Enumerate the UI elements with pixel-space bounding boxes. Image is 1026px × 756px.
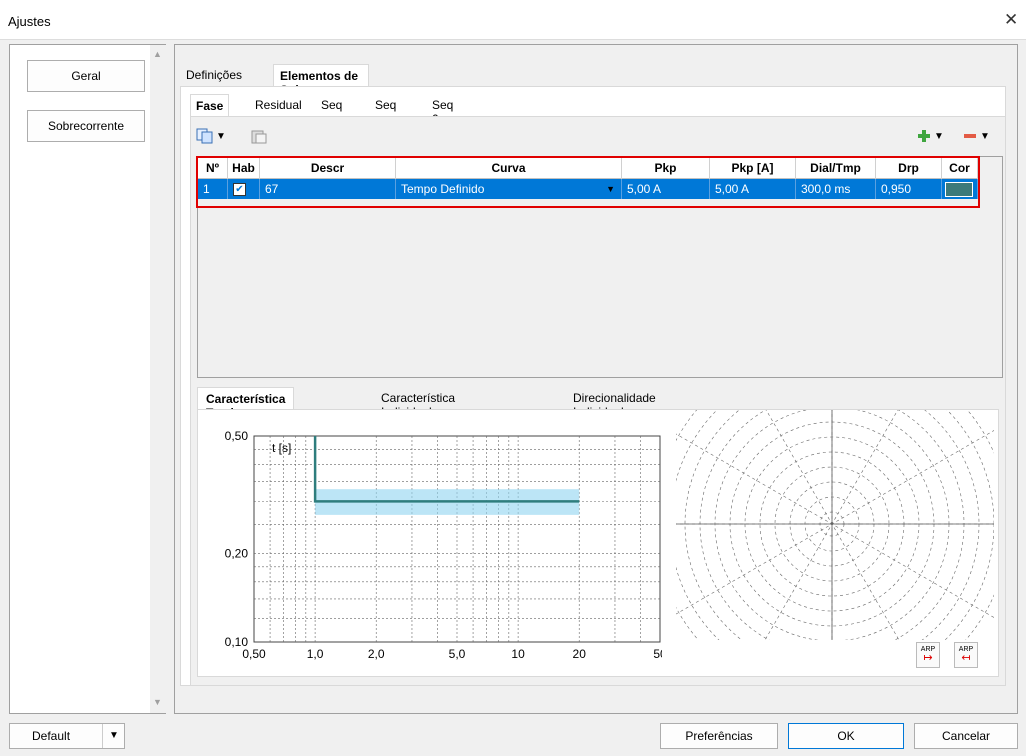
scroll-up-icon[interactable]: ▲ [153, 49, 162, 59]
arp-right-button[interactable]: ARP ↤ [954, 642, 978, 668]
chevron-down-icon: ▼ [980, 130, 990, 142]
x-tick-label: 20 [573, 647, 587, 661]
col-curva[interactable]: Curva [396, 157, 622, 179]
tab-caracteristica-total[interactable]: Característica Total [197, 387, 295, 420]
tab-caracteristica-individual[interactable]: Característica Individual [373, 387, 463, 419]
x-tick-label: 50 [653, 647, 662, 661]
window-title: Ajustes [8, 14, 51, 29]
scroll-down-icon[interactable]: ▼ [153, 697, 162, 707]
cell-n: 1 [198, 179, 228, 199]
arrow-right-icon: ↦ [923, 652, 933, 664]
tab-definicoes[interactable]: Definições [180, 64, 248, 86]
default-dropdown[interactable]: Default ▼ [9, 723, 125, 749]
polar-chart[interactable] [676, 410, 994, 640]
col-pkp-a[interactable]: Pkp [A] [710, 157, 796, 179]
y-tick-label: 0,20 [225, 546, 249, 560]
table-row[interactable]: 1 ✔ 67 Tempo Definido ▼ 5,00 A 5,00 A 30… [198, 179, 978, 199]
plus-icon [918, 130, 930, 142]
title-bar [0, 0, 1026, 40]
minus-icon [964, 134, 976, 138]
x-tick-label: 1,0 [307, 647, 324, 661]
sidebar-item-geral[interactable]: Geral [27, 60, 145, 92]
cell-descr[interactable]: 67 [260, 179, 396, 199]
col-cor[interactable]: Cor [942, 157, 978, 179]
tab-seq-plus[interactable]: Seq + [316, 94, 347, 126]
col-drp[interactable]: Drp [876, 157, 942, 179]
cell-pkp-a[interactable]: 5,00 A [710, 179, 796, 199]
arrow-left-icon: ↤ [961, 652, 971, 664]
chevron-down-icon: ▼ [934, 130, 944, 142]
cell-dial-tmp[interactable]: 300,0 ms [796, 179, 876, 199]
sidebar-scrollbar[interactable]: ▲ ▼ [150, 45, 166, 713]
tab-elementos-sobrecorrente[interactable]: Elementos de Sobrecorrente [273, 64, 370, 97]
tab-direcionalidade-individual[interactable]: Direcionalidade Individual [565, 387, 664, 419]
elements-grid[interactable]: Nº Hab Descr Curva Pkp Pkp [A] Dial/Tmp … [197, 156, 1003, 378]
preferences-button[interactable]: Preferências [660, 723, 778, 749]
x-tick-label: 10 [511, 647, 525, 661]
col-hab[interactable]: Hab [228, 157, 260, 179]
arp-left-button[interactable]: ARP ↦ [916, 642, 940, 668]
copy-button[interactable]: ▼ [196, 126, 226, 146]
col-descr[interactable]: Descr [260, 157, 396, 179]
x-tick-label: 5,0 [449, 647, 466, 661]
tab-seq-minus[interactable]: Seq - [370, 94, 401, 126]
x-tick-label: 2,0 [368, 647, 385, 661]
y-tick-label: 0,10 [225, 635, 249, 649]
cell-curva[interactable]: Tempo Definido ▼ [396, 179, 622, 199]
paste-button[interactable] [250, 126, 268, 146]
dropdown-arrow-icon[interactable]: ▼ [606, 184, 615, 194]
col-pkp[interactable]: Pkp [622, 157, 710, 179]
cancel-button[interactable]: Cancelar [914, 723, 1018, 749]
tab-residual[interactable]: Residual [250, 94, 307, 116]
color-swatch[interactable] [945, 181, 973, 197]
cell-drp[interactable]: 0,950 [876, 179, 942, 199]
col-n[interactable]: Nº [198, 157, 228, 179]
paste-icon [251, 130, 267, 144]
cell-pkp[interactable]: 5,00 A [622, 179, 710, 199]
enabled-checkbox[interactable]: ✔ [233, 182, 246, 196]
time-current-chart[interactable]: 0,50 1,0 2,0 5,0 10 20 50 0,50 0,20 0,10 t [s] [202, 414, 662, 676]
tab-fase[interactable]: Fase [190, 94, 230, 116]
curva-value: Tempo Definido [401, 182, 485, 196]
add-button[interactable]: ▼ [916, 126, 944, 146]
tab-seq-0[interactable]: Seq 0 [427, 94, 458, 126]
remove-button[interactable]: ▼ [962, 126, 990, 146]
col-dial-tmp[interactable]: Dial/Tmp [796, 157, 876, 179]
chevron-down-icon: ▼ [216, 130, 226, 142]
y-tick-label: 0,50 [225, 429, 249, 443]
sidebar-item-sobrecorrente[interactable]: Sobrecorrente [27, 110, 145, 142]
default-label: Default [32, 729, 71, 743]
ok-button[interactable]: OK [788, 723, 904, 749]
sidebar: Geral Sobrecorrente ▲ ▼ [9, 44, 166, 714]
cell-hab[interactable]: ✔ [228, 179, 260, 199]
y-axis-label: t [s] [272, 441, 291, 455]
x-tick-label: 0,50 [242, 647, 266, 661]
close-icon[interactable]: ✕ [1004, 10, 1018, 30]
grid-header: Nº Hab Descr Curva Pkp Pkp [A] Dial/Tmp … [198, 157, 978, 179]
chart-page: 0,50 1,0 2,0 5,0 10 20 50 0,50 0,20 0,10 t [s] ARP… [197, 409, 999, 677]
chevron-down-icon[interactable]: ▼ [102, 724, 119, 748]
cell-cor[interactable] [942, 179, 978, 199]
copy-icon [196, 128, 213, 144]
polar-area [676, 410, 994, 640]
